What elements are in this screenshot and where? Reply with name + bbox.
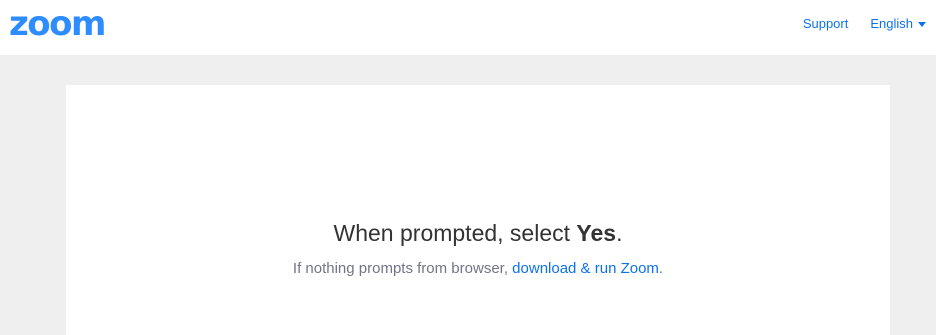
header-nav: Support English — [803, 15, 926, 33]
subline-prefix: If nothing prompts from browser, — [292, 260, 513, 277]
launch-card: When prompted, select Yes. If nothing pr… — [66, 85, 890, 335]
headline-suffix: . — [616, 220, 623, 246]
headline-emphasis: Yes — [576, 220, 617, 246]
top-header: zoom Support English — [0, 0, 936, 55]
prompt-subline: If nothing prompts from browser, downloa… — [66, 259, 890, 279]
subline-suffix: . — [658, 260, 664, 277]
support-link[interactable]: Support — [803, 15, 849, 33]
main-area: When prompted, select Yes. If nothing pr… — [0, 55, 936, 335]
download-run-zoom-link[interactable]: download & run Zoom — [512, 260, 659, 277]
language-dropdown[interactable]: English — [870, 15, 926, 33]
headline-prefix: When prompted, select — [333, 220, 577, 246]
caret-down-icon — [918, 22, 926, 27]
language-label: English — [870, 16, 913, 31]
zoom-logo[interactable]: zoom — [9, 4, 106, 44]
prompt-headline: When prompted, select Yes. — [66, 218, 890, 248]
